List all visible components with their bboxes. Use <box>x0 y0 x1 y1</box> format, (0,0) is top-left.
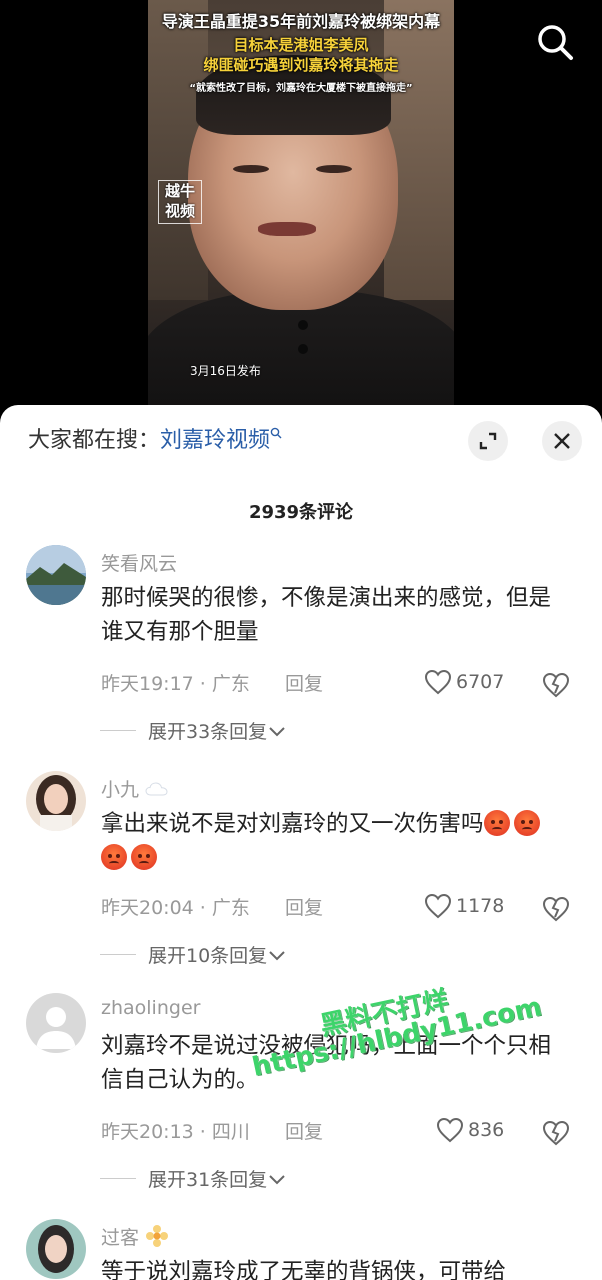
avatar[interactable] <box>26 771 86 831</box>
comment-count: 2939条评论 <box>248 502 354 523</box>
expand-replies-label: 展开10条回复 <box>148 945 268 967</box>
avatar[interactable] <box>26 993 86 1053</box>
reply-button[interactable]: 回复 <box>285 1117 323 1144</box>
angry-emoji <box>101 844 127 870</box>
divider-line <box>100 1178 136 1179</box>
comment-username-text: 过客 <box>101 1227 140 1249</box>
chevron-down-icon <box>269 950 285 960</box>
expand-replies-label: 展开31条回复 <box>148 1169 268 1191</box>
speaker-eye <box>316 165 352 173</box>
heart-icon <box>436 1117 464 1143</box>
comment-meta: 昨天19:17 · 广东 <box>101 673 250 695</box>
divider-line <box>100 954 136 955</box>
default-avatar-icon <box>26 993 86 1053</box>
avatar[interactable] <box>26 1219 86 1279</box>
comment-meta: 昨天20:13 · 四川 <box>101 1121 250 1143</box>
fullscreen-button[interactable] <box>468 421 508 461</box>
flower-icon <box>146 1225 169 1247</box>
like-button[interactable]: 1178 <box>424 893 504 919</box>
video-title-line2: 目标本是港姐李美凤 <box>233 36 369 54</box>
speaker-eye <box>233 165 269 173</box>
angry-emoji <box>483 810 510 836</box>
like-button[interactable]: 6707 <box>424 669 504 695</box>
search-icon[interactable] <box>535 22 575 62</box>
search-icon <box>270 427 282 439</box>
video-player[interactable]: 导演王晶重提35年前刘嘉玲被绑架内幕 目标本是港姐李美凤 绑匪碰巧遇到刘嘉玲将其… <box>0 0 602 420</box>
comment-meta: 昨天20:04 · 广东 <box>101 897 250 919</box>
dislike-icon[interactable] <box>542 895 570 923</box>
comment-username[interactable]: 笑看风云 <box>101 549 177 576</box>
close-button[interactable] <box>542 421 582 461</box>
comment-username[interactable]: 小九 <box>101 775 169 802</box>
trending-search-label: 大家都在搜： <box>28 428 161 453</box>
expand-replies-label: 展开33条回复 <box>148 721 268 743</box>
reply-button[interactable]: 回复 <box>285 669 323 696</box>
trending-search-term[interactable]: 刘嘉玲视频 <box>160 428 270 453</box>
close-icon <box>554 433 570 449</box>
shirt-buttons <box>298 320 308 330</box>
avatar-girl-image <box>26 771 86 831</box>
logo-line2: 视频 <box>164 202 195 220</box>
like-count: 1178 <box>456 895 505 917</box>
dislike-icon[interactable] <box>542 1119 570 1147</box>
comment-sheet: 大家都在搜：刘嘉玲视频 2939条评论 笑看风云 那时候哭的很惨，不像是演出来的… <box>0 405 602 1280</box>
expand-replies[interactable]: 展开10条回复 <box>100 941 287 968</box>
heart-icon <box>424 893 452 919</box>
comment-text: 那时候哭的很惨，不像是演出来的感觉，但是谁又有那个胆量 <box>101 585 552 645</box>
video-title-line3: 绑匪碰巧遇到刘嘉玲将其拖走 <box>203 56 399 74</box>
angry-emoji <box>513 810 540 836</box>
heart-icon <box>424 669 452 695</box>
video-frame[interactable]: 导演王晶重提35年前刘嘉玲被绑架内幕 目标本是港姐李美凤 绑匪碰巧遇到刘嘉玲将其… <box>148 0 454 420</box>
comment-username[interactable]: zhaolinger <box>101 997 200 1019</box>
divider-line <box>100 730 136 731</box>
avatar-landscape-image <box>26 545 86 605</box>
angry-emoji <box>131 844 157 870</box>
channel-logo: 越牛 视频 <box>158 180 202 224</box>
avatar[interactable] <box>26 545 86 605</box>
speaker-mouth <box>258 222 316 236</box>
comment-text: 刘嘉玲不是说过没被侵犯吗，上面一个个只相信自己认为的。 <box>101 1033 552 1093</box>
reply-button[interactable]: 回复 <box>285 893 323 920</box>
avatar-portrait-image <box>26 1219 86 1279</box>
comment-text-body: 拿出来说不是对刘嘉玲的又一次伤害吗 <box>101 811 484 837</box>
comment-username-text: 小九 <box>101 779 140 801</box>
chevron-down-icon <box>269 726 285 736</box>
video-title-line1: 导演王晶重提35年前刘嘉玲被绑架内幕 <box>161 12 441 31</box>
cloud-icon <box>145 782 168 796</box>
like-count: 6707 <box>456 671 505 693</box>
video-title-line4: “就索性改了目标，刘嘉玲在大厦楼下被直接拖走” <box>189 83 413 94</box>
like-count: 836 <box>468 1119 505 1141</box>
comment-text: 拿出来说不是对刘嘉玲的又一次伤害吗 <box>101 807 561 875</box>
like-button[interactable]: 836 <box>436 1117 504 1143</box>
comment-text: 等于说刘嘉玲成了无辜的背锅侠，可带给 <box>101 1259 507 1280</box>
publish-date: 3月16日发布 <box>190 364 261 378</box>
trending-search[interactable]: 大家都在搜：刘嘉玲视频 <box>28 425 282 457</box>
expand-replies[interactable]: 展开33条回复 <box>100 717 287 744</box>
expand-replies[interactable]: 展开31条回复 <box>100 1165 287 1192</box>
chevron-down-icon <box>269 1174 285 1184</box>
logo-line1: 越牛 <box>164 182 195 200</box>
comment-username[interactable]: 过客 <box>101 1223 169 1250</box>
dislike-icon[interactable] <box>542 671 570 699</box>
expand-icon <box>479 432 497 450</box>
